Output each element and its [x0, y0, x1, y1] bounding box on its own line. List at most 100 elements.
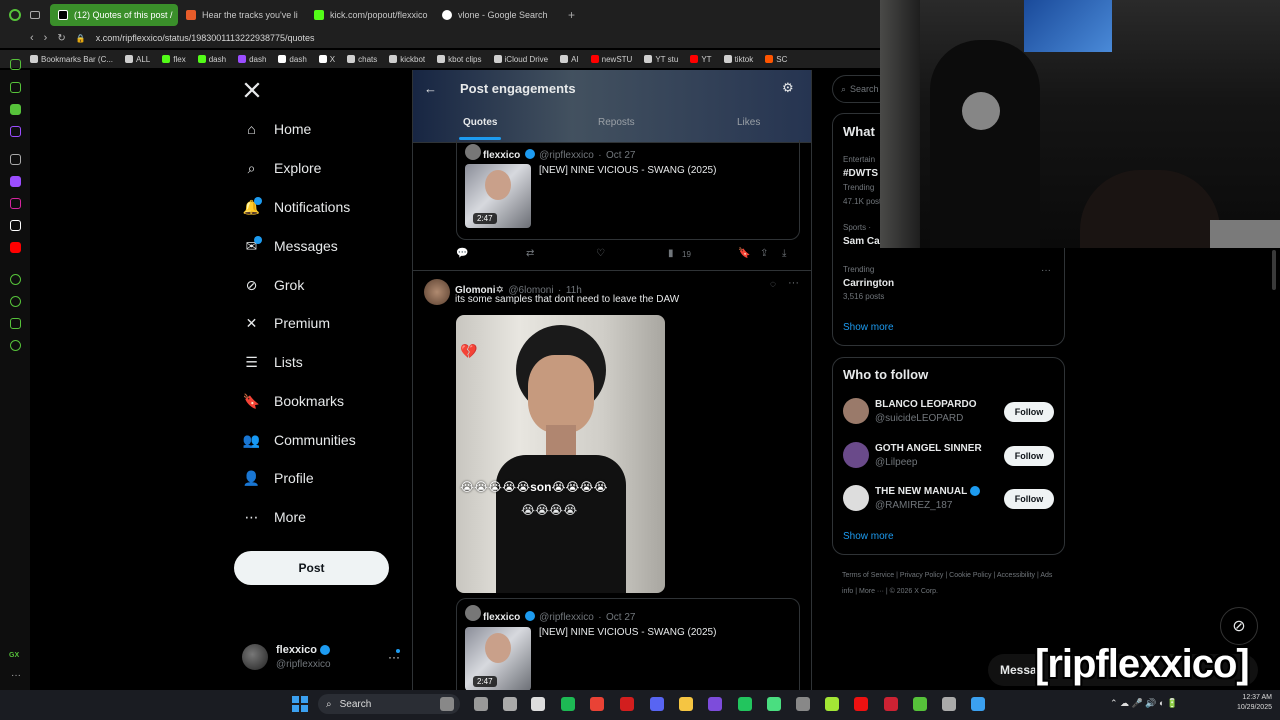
follow-suggestion[interactable]: GOTH ANGEL SINNER @Lilpeep Follow	[833, 442, 1064, 472]
bookmark-item[interactable]: chats	[347, 55, 377, 64]
bookmark-item[interactable]: X	[318, 55, 335, 64]
x-app-icon[interactable]	[10, 220, 21, 231]
sidebar-app-icon[interactable]	[10, 59, 21, 70]
reload-icon[interactable]: ↻	[57, 33, 65, 44]
instagram-icon[interactable]	[10, 198, 21, 209]
browser-tab[interactable]: kick.com/popout/flexxico	[306, 4, 434, 26]
history-icon[interactable]	[10, 296, 21, 307]
nav-item-lists[interactable]: ☰ Lists	[243, 349, 303, 375]
views-icon[interactable]: ▮	[668, 248, 674, 259]
show-more-link[interactable]: Show more	[843, 322, 894, 333]
taskbar-app-icon[interactable]	[679, 697, 693, 711]
taskbar-search[interactable]: ⌕ Search	[318, 694, 460, 714]
bookmark-item[interactable]: flex	[162, 55, 186, 64]
nav-item-bookmarks[interactable]: 🔖 Bookmarks	[243, 388, 344, 414]
back-icon[interactable]: ‹	[30, 32, 34, 44]
nav-item-notifications[interactable]: 🔔 Notifications	[243, 194, 350, 220]
taskbar-app-icon[interactable]	[590, 697, 604, 711]
bookmark-item[interactable]: dash	[238, 55, 266, 64]
sidebar-app-icon[interactable]	[10, 274, 21, 285]
quoted-post-card[interactable]: flexxico @ripflexxico · Oct 27 2:47 [NEW…	[456, 598, 800, 691]
settings-sliders-icon[interactable]: ⚙	[782, 80, 794, 96]
youtube-icon[interactable]	[10, 242, 21, 253]
bookmark-item[interactable]: dash	[278, 55, 307, 64]
trend-item[interactable]: Sam Ca	[843, 236, 880, 247]
post-image[interactable]: 💔 😭😭😭😭😭son😭😭😭😭 😭😭😭😭	[456, 315, 665, 593]
avatar[interactable]	[424, 279, 450, 305]
tab-quotes[interactable]: Quotes	[463, 117, 497, 128]
nav-item-home[interactable]: ⌂ Home	[243, 116, 311, 142]
twitch-icon[interactable]	[10, 176, 21, 187]
follow-suggestion[interactable]: THE NEW MANUAL @RAMIREZ_187 Follow	[833, 485, 1064, 515]
bookmark-item[interactable]: ALL	[125, 55, 150, 64]
nav-item-explore[interactable]: ⌕ Explore	[243, 155, 322, 181]
taskbar-app-icon[interactable]	[708, 697, 722, 711]
reply-icon[interactable]: 💬	[456, 248, 468, 259]
taskbar-app-icon[interactable]	[531, 697, 545, 711]
bookmark-item[interactable]: tiktok	[723, 55, 753, 64]
download-icon[interactable]: ⤓	[782, 248, 786, 259]
footer-link[interactable]: Terms of Service	[842, 572, 894, 579]
sidebar-app-icon[interactable]	[10, 104, 21, 115]
more-icon[interactable]: ···	[11, 670, 21, 681]
taskbar-app-icon[interactable]	[620, 697, 634, 711]
clock[interactable]: 12:37 AM 10/29/2025	[1222, 693, 1272, 713]
tab-reposts[interactable]: Reposts	[598, 117, 635, 128]
browser-tab[interactable]: vlone - Google Search	[434, 4, 562, 26]
windows-start-icon[interactable]	[292, 696, 308, 712]
taskbar-app-icon[interactable]	[942, 697, 956, 711]
account-switcher[interactable]: flexxico @ripflexxico ···	[242, 644, 432, 674]
bookmark-item[interactable]: iCloud Drive	[493, 55, 548, 64]
nav-item-grok[interactable]: ⊘ Grok	[243, 272, 305, 298]
forward-icon[interactable]: ›	[44, 32, 48, 44]
taskbar-app-icon[interactable]	[913, 697, 927, 711]
bookmark-item[interactable]: dash	[197, 55, 226, 64]
bookmark-item[interactable]: SC	[765, 55, 787, 64]
follow-suggestion[interactable]: BLANCO LEOPARDO @suicideLEOPARD Follow	[833, 398, 1064, 428]
system-tray[interactable]: ⌃ ☁ 🎤 🔊 ◐ 🔋	[1110, 698, 1178, 709]
taskbar-app-icon[interactable]	[971, 697, 985, 711]
browser-tab[interactable]: (12) Quotes of this post /	[50, 4, 178, 26]
bookmark-icon[interactable]: 🔖	[738, 248, 750, 259]
follow-button[interactable]: Follow	[1004, 402, 1054, 422]
bookmark-item[interactable]: YT stu	[644, 55, 678, 64]
taskbar-app-icon[interactable]	[440, 697, 454, 711]
taskbar-app-icon[interactable]	[767, 697, 781, 711]
bookmark-item[interactable]: kbot clips	[437, 55, 482, 64]
taskbar-app-icon[interactable]	[474, 697, 488, 711]
extensions-icon[interactable]	[10, 318, 21, 329]
quoted-post-card[interactable]: flexxico @ripflexxico · Oct 27 2:47 [NEW…	[456, 140, 800, 240]
taskbar-app-icon[interactable]	[796, 697, 810, 711]
trend-item[interactable]: #DWTS	[843, 168, 878, 179]
new-tab-icon[interactable]: +	[568, 8, 575, 22]
more-icon[interactable]: ···	[1041, 265, 1051, 276]
x-logo-icon[interactable]	[243, 81, 261, 99]
more-icon[interactable]: ···	[788, 277, 799, 289]
nav-item-premium[interactable]: ✕ Premium	[243, 310, 330, 336]
repost-icon[interactable]: ⇄	[526, 248, 534, 259]
follow-button[interactable]: Follow	[1004, 489, 1054, 509]
post-button[interactable]: Post	[234, 551, 389, 585]
share-icon[interactable]: ⇪	[760, 248, 768, 259]
trend-item[interactable]: Carrington	[843, 278, 894, 289]
footer-link[interactable]: Privacy Policy	[900, 572, 944, 579]
taskbar-app-icon[interactable]	[561, 697, 575, 711]
footer-link[interactable]: More ···	[859, 588, 884, 595]
follow-button[interactable]: Follow	[1004, 446, 1054, 466]
bookmark-item[interactable]: AI	[560, 55, 579, 64]
scrollbar[interactable]	[1272, 250, 1276, 290]
bookmark-item[interactable]: newSTU	[590, 55, 632, 64]
taskbar-app-icon[interactable]	[884, 697, 898, 711]
taskbar-app-icon[interactable]	[825, 697, 839, 711]
sidebar-app-icon[interactable]	[10, 154, 21, 165]
taskbar-app-icon[interactable]	[738, 697, 752, 711]
taskbar-app-icon[interactable]	[650, 697, 664, 711]
footer-link[interactable]: Cookie Policy	[949, 572, 991, 579]
settings-icon[interactable]	[10, 340, 21, 351]
url-field[interactable]: x.com/ripflexxico/status/198300111322293…	[96, 33, 315, 43]
nav-item-profile[interactable]: 👤 Profile	[243, 465, 314, 491]
nav-item-communities[interactable]: 👥 Communities	[243, 427, 356, 453]
video-thumbnail[interactable]: 2:47	[465, 627, 531, 691]
taskbar-app-icon[interactable]	[503, 697, 517, 711]
sidebar-app-icon[interactable]	[10, 126, 21, 137]
